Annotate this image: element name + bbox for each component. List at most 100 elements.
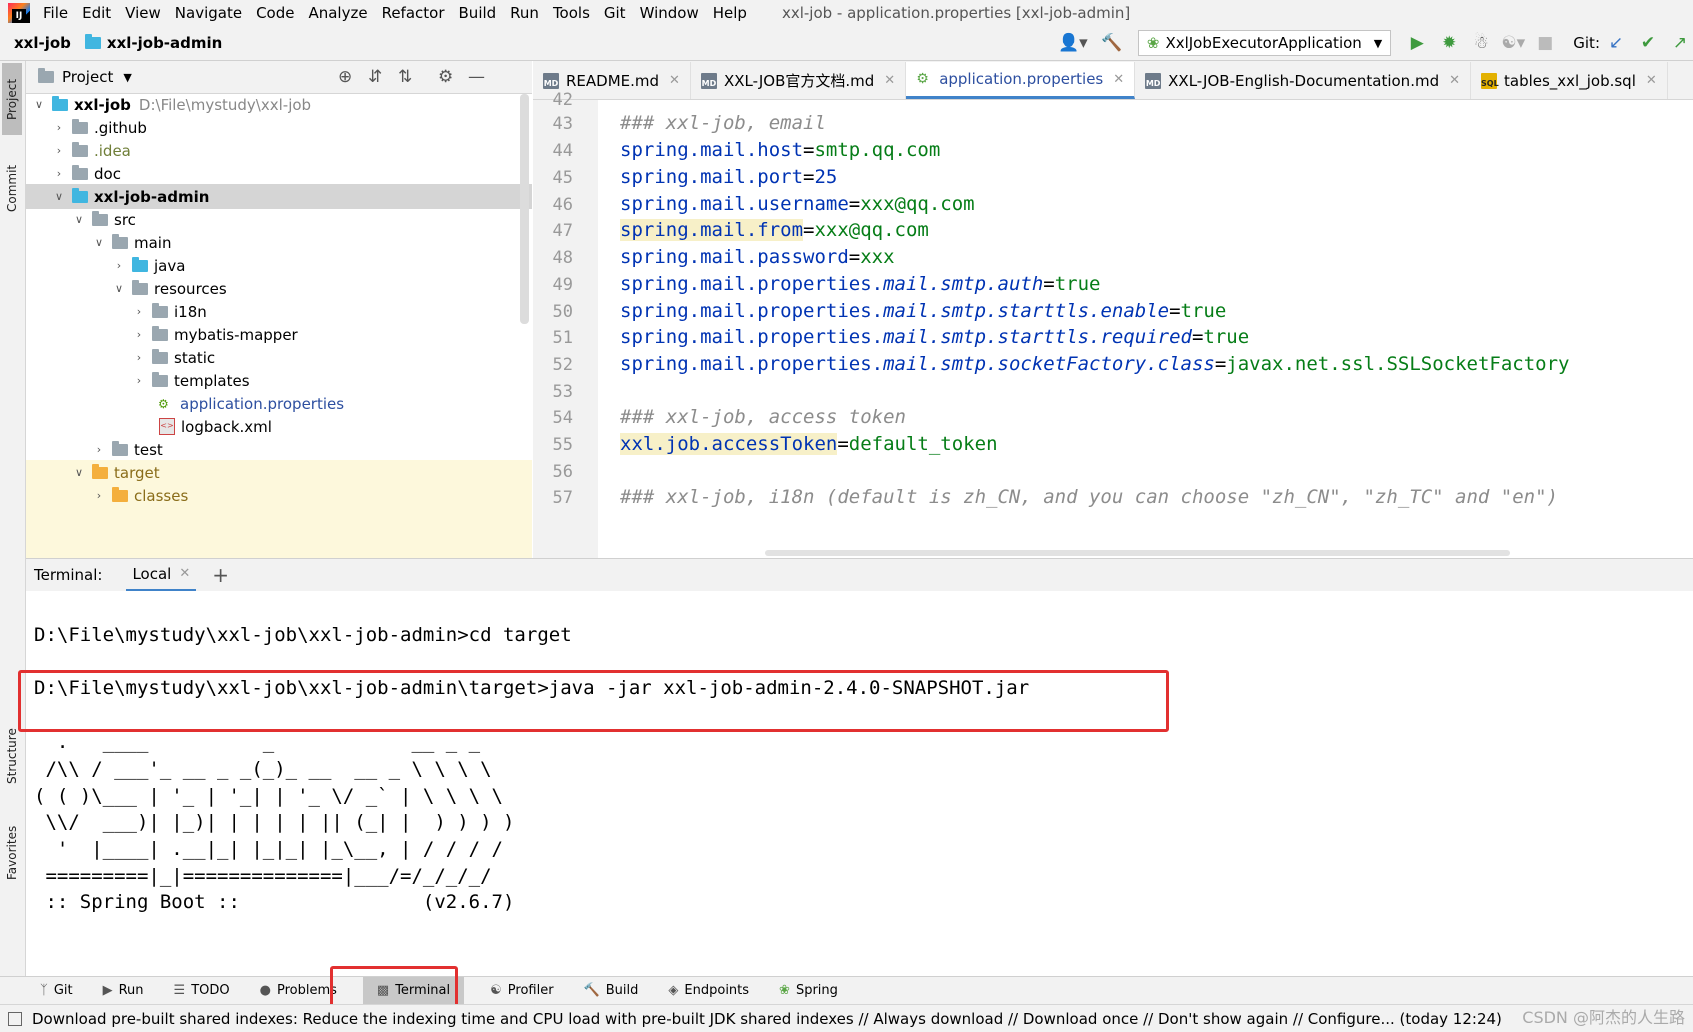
tree-item-resources[interactable]: ∨ resources (26, 276, 532, 301)
tree-item-i18n[interactable]: › i18n (26, 299, 532, 324)
profiler-icon[interactable]: ☯▾ (1501, 32, 1525, 54)
menu-tools[interactable]: Tools (546, 4, 597, 22)
tool-tab-run[interactable]: ▶ Run (99, 977, 148, 1005)
git-commit-check-icon[interactable]: ✔ (1637, 32, 1659, 54)
user-icon[interactable]: 👤▾ (1055, 32, 1091, 54)
close-icon[interactable]: ✕ (669, 73, 680, 88)
tree-item-test[interactable]: › test (26, 437, 532, 462)
tab-english-doc[interactable]: MD XXL-JOB-English-Documentation.md ✕ (1135, 62, 1471, 99)
menu-navigate[interactable]: Navigate (168, 4, 249, 22)
tree-item-classes[interactable]: › classes (26, 483, 532, 508)
menu-view[interactable]: View (118, 4, 168, 22)
line-number: 55 (552, 435, 573, 455)
tool-tab-profiler[interactable]: ☯ Profiler (486, 977, 557, 1005)
tree-item-mybatis-mapper[interactable]: › mybatis-mapper (26, 322, 532, 347)
chevron-right-icon[interactable]: › (52, 144, 66, 157)
status-message[interactable]: Download pre-built shared indexes: Reduc… (32, 1010, 1502, 1028)
close-icon[interactable]: ✕ (1113, 72, 1124, 87)
close-icon[interactable]: ✕ (884, 73, 895, 88)
tree-item-target[interactable]: ∨ target (26, 460, 532, 485)
menu-edit[interactable]: Edit (75, 4, 118, 22)
menu-analyze[interactable]: Analyze (301, 4, 374, 22)
git-push-icon[interactable]: ↗ (1669, 32, 1691, 54)
close-icon[interactable]: ✕ (179, 566, 190, 581)
breadcrumb-root[interactable]: xxl-job (14, 34, 71, 52)
tree-item-application-properties[interactable]: ⚙ application.properties (26, 391, 532, 416)
chevron-down-icon[interactable]: ▼ (123, 71, 131, 84)
tree-scrollbar[interactable] (520, 94, 529, 324)
project-panel-title[interactable]: Project (62, 68, 113, 86)
chevron-right-icon[interactable]: › (132, 305, 146, 318)
tool-tab-label: Run (118, 983, 144, 998)
build-hammer-icon[interactable]: 🔨 (1101, 32, 1123, 54)
tab-xxl-job-doc-cn[interactable]: MD XXL-JOB官方文档.md ✕ (691, 62, 907, 99)
chevron-down-icon[interactable]: ∨ (72, 213, 86, 226)
tree-item-templates[interactable]: › templates (26, 368, 532, 393)
menu-code[interactable]: Code (249, 4, 301, 22)
run-config-label: XxlJobExecutorApplication (1165, 34, 1362, 52)
tree-item-idea[interactable]: › .idea (26, 138, 532, 163)
tool-tab-favorites[interactable]: Favorites (2, 813, 22, 893)
coverage-icon[interactable]: ☃ (1470, 32, 1492, 54)
chevron-right-icon[interactable]: › (92, 443, 106, 456)
gear-icon[interactable]: ⚙ (438, 67, 453, 87)
close-icon[interactable]: ✕ (1646, 73, 1657, 88)
tab-tables-sql[interactable]: SQL tables_xxl_job.sql ✕ (1471, 62, 1668, 99)
menu-file[interactable]: File (36, 4, 75, 22)
chevron-down-icon[interactable]: ∨ (52, 190, 66, 203)
chevron-down-icon[interactable]: ∨ (72, 466, 86, 479)
tool-tab-git[interactable]: ᛉ Git (36, 977, 77, 1005)
tool-tab-spring[interactable]: ❀ Spring (775, 977, 842, 1005)
tree-item-java[interactable]: › java (26, 253, 532, 278)
run-configuration-select[interactable]: ❀ XxlJobExecutorApplication ▼ (1137, 30, 1392, 56)
menu-build[interactable]: Build (452, 4, 504, 22)
tree-item-xxl-job[interactable]: ∨ xxl-job D:\File\mystudy\xxl-job (26, 94, 532, 117)
tool-tab-todo[interactable]: ☰ TODO (170, 977, 234, 1005)
tool-tab-commit[interactable]: Commit (2, 153, 22, 223)
locate-target-icon[interactable]: ⊕ (338, 67, 352, 87)
terminal-line: . ____ _ __ _ _ (34, 731, 481, 753)
hide-panel-icon[interactable]: — (468, 67, 485, 87)
stop-icon[interactable]: ■ (1534, 32, 1556, 54)
tree-item-github[interactable]: › .github (26, 115, 532, 140)
chevron-right-icon[interactable]: › (52, 121, 66, 134)
editor-horizontal-scrollbar[interactable] (765, 550, 1510, 556)
add-terminal-icon[interactable]: + (212, 563, 229, 587)
tool-tab-build[interactable]: 🔨 Build (580, 977, 643, 1005)
tree-item-static[interactable]: › static (26, 345, 532, 370)
status-toggle-icon[interactable] (8, 1011, 22, 1026)
terminal-output[interactable]: D:\File\mystudy\xxl-job\xxl-job-admin>cd… (26, 591, 1693, 976)
run-icon[interactable]: ▶ (1406, 32, 1428, 54)
tool-tab-endpoints[interactable]: ◈ Endpoints (664, 977, 753, 1005)
chevron-down-icon[interactable]: ∨ (32, 98, 46, 111)
menu-run[interactable]: Run (503, 4, 546, 22)
menu-refactor[interactable]: Refactor (375, 4, 452, 22)
debug-bug-icon[interactable]: ✹ (1438, 32, 1460, 54)
tree-item-doc[interactable]: › doc (26, 161, 532, 186)
tree-item-logback-xml[interactable]: <> logback.xml (26, 414, 532, 439)
collapse-all-icon[interactable]: ⇅ (398, 67, 412, 87)
git-update-icon[interactable]: ↙ (1605, 32, 1627, 54)
tree-item-xxl-job-admin[interactable]: ∨ xxl-job-admin (26, 184, 532, 209)
chevron-right-icon[interactable]: › (132, 351, 146, 364)
tree-item-src[interactable]: ∨ src (26, 207, 532, 232)
menu-help[interactable]: Help (706, 4, 754, 22)
tool-tab-project[interactable]: Project (2, 63, 22, 135)
chevron-right-icon[interactable]: › (132, 374, 146, 387)
breadcrumb-module[interactable]: xxl-job-admin (107, 34, 222, 52)
menu-git[interactable]: Git (597, 4, 633, 22)
code-editor[interactable]: ### xxl-job, email spring.mail.host=smtp… (598, 100, 1693, 558)
chevron-right-icon[interactable]: › (132, 328, 146, 341)
terminal-tab-local[interactable]: Local ✕ (126, 559, 197, 592)
tree-item-main[interactable]: ∨ main (26, 230, 532, 255)
chevron-down-icon[interactable]: ∨ (92, 236, 106, 249)
menu-window[interactable]: Window (633, 4, 706, 22)
close-icon[interactable]: ✕ (1449, 73, 1460, 88)
tab-application-properties[interactable]: ⚙ application.properties ✕ (906, 62, 1136, 99)
expand-all-icon[interactable]: ⇵ (368, 67, 382, 87)
chevron-right-icon[interactable]: › (52, 167, 66, 180)
tool-tab-problems[interactable]: ● Problems (256, 977, 341, 1005)
chevron-right-icon[interactable]: › (92, 489, 106, 502)
chevron-right-icon[interactable]: › (112, 259, 126, 272)
chevron-down-icon[interactable]: ∨ (112, 282, 126, 295)
